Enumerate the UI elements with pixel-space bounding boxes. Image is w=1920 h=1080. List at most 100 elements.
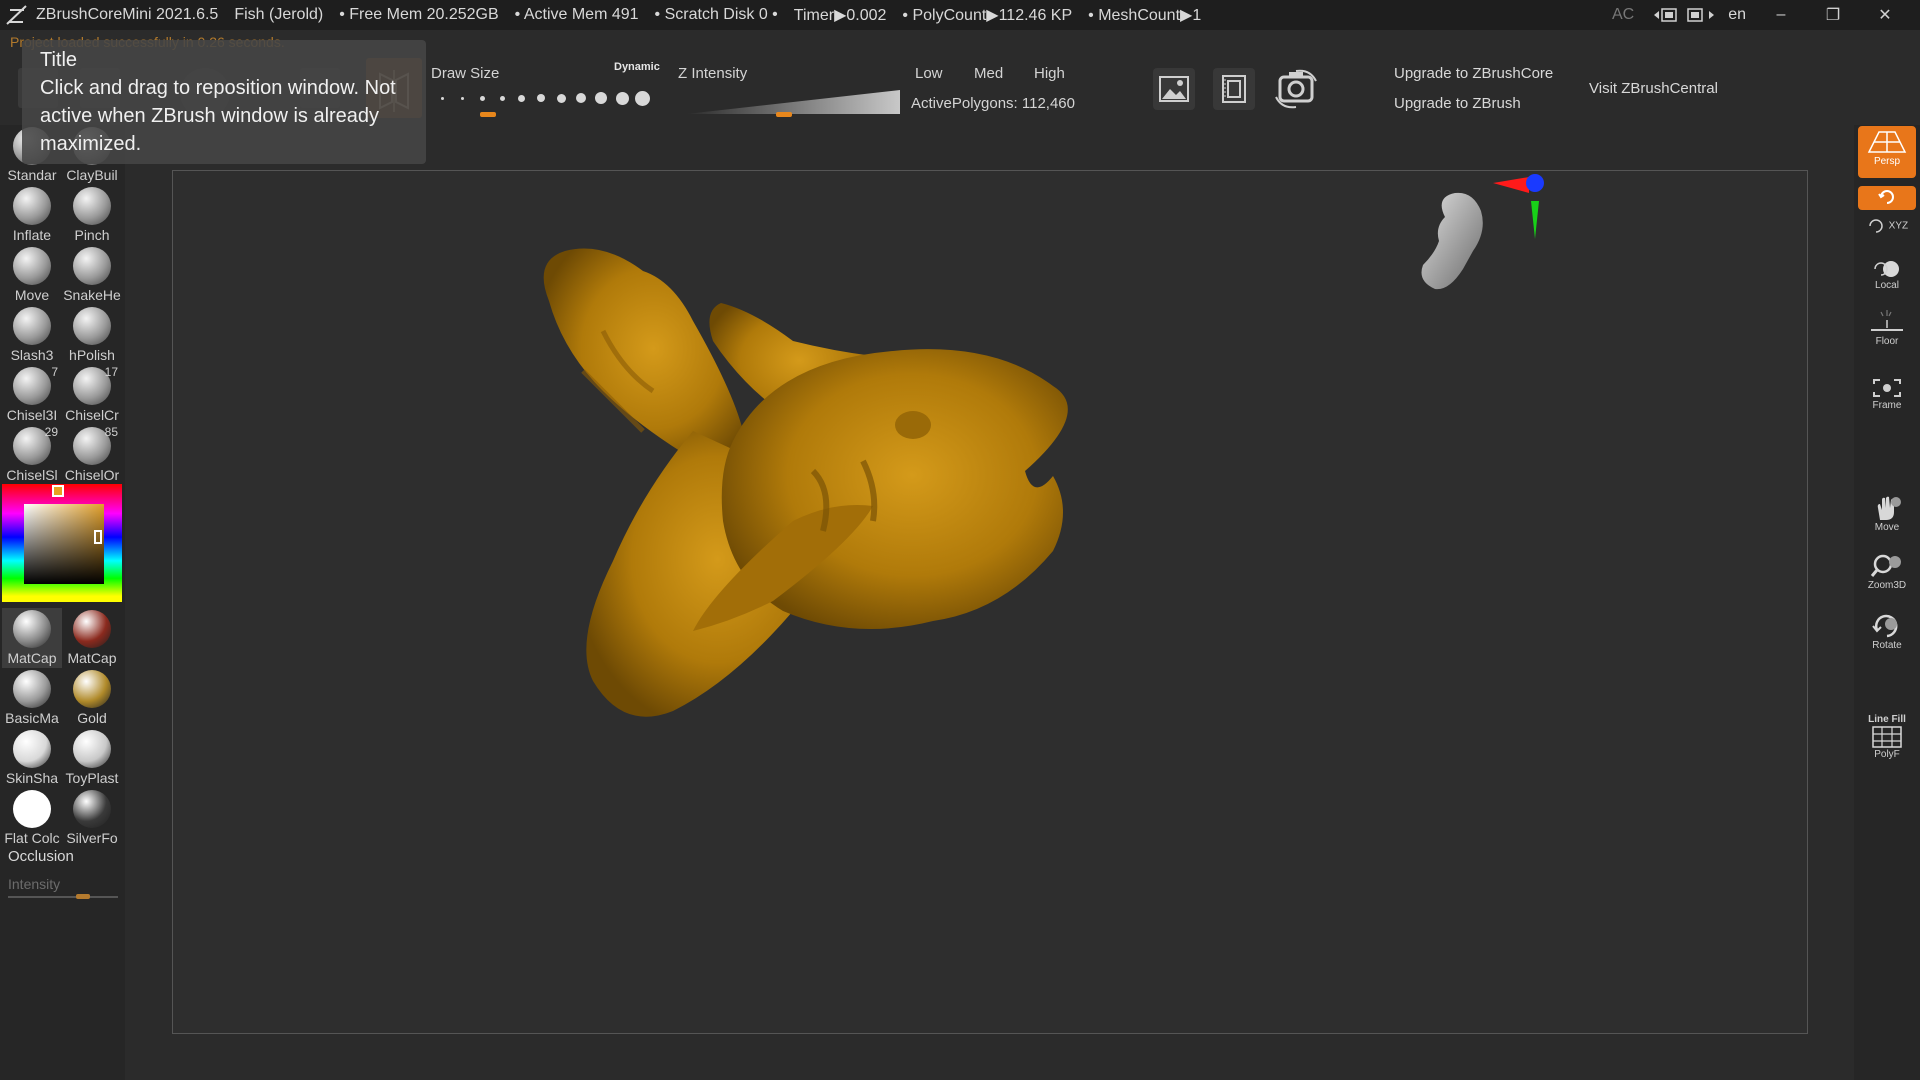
low-button[interactable]: Low bbox=[915, 65, 943, 82]
brush-item[interactable]: SnakeHe bbox=[62, 245, 122, 305]
image-button[interactable] bbox=[1153, 68, 1195, 110]
brush-item[interactable]: ChiselOr 85 bbox=[62, 425, 122, 485]
layout-left-icon[interactable] bbox=[1652, 6, 1682, 24]
material-item[interactable]: SilverFo bbox=[62, 788, 122, 848]
z-intensity-indicator[interactable] bbox=[776, 112, 792, 117]
document-name: Fish (Jerold) bbox=[234, 6, 324, 23]
material-item[interactable]: SkinSha bbox=[2, 728, 62, 788]
zoom3d-button[interactable]: Zoom3D bbox=[1858, 552, 1916, 596]
rotate-button[interactable]: Rotate bbox=[1858, 612, 1916, 656]
brush-label: Pinch bbox=[74, 227, 110, 243]
title-bar[interactable]: ZBrushCoreMini 2021.6.5 Fish (Jerold) • … bbox=[0, 0, 1920, 30]
layout-right-icon[interactable] bbox=[1686, 6, 1716, 24]
brush-label: ChiselCr bbox=[65, 407, 119, 423]
brush-item[interactable]: ChiselCr 17 bbox=[62, 365, 122, 425]
brush-badge: 17 bbox=[104, 365, 118, 379]
draw-size-dot[interactable] bbox=[556, 93, 566, 103]
intensity-label: Intensity bbox=[8, 876, 61, 892]
draw-size-dot[interactable] bbox=[440, 96, 444, 100]
dynamic-label[interactable]: Dynamic bbox=[614, 61, 660, 73]
move-label: Move bbox=[1874, 522, 1900, 533]
z-intensity-slider[interactable] bbox=[686, 88, 900, 116]
brush-item[interactable]: Move bbox=[2, 245, 62, 305]
upgrade-zbrushcore-link[interactable]: Upgrade to ZBrushCore bbox=[1394, 65, 1553, 82]
minimize-button[interactable]: – bbox=[1764, 6, 1798, 24]
turntable-button[interactable] bbox=[1213, 68, 1255, 110]
xyz-button[interactable]: XYZ bbox=[1858, 218, 1916, 248]
draw-size-dot[interactable] bbox=[595, 92, 607, 104]
draw-size-dot[interactable] bbox=[499, 95, 505, 101]
material-thumbnail bbox=[13, 790, 51, 828]
language-selector[interactable]: en bbox=[1728, 6, 1746, 24]
local-button[interactable]: Local bbox=[1858, 258, 1916, 294]
snap-button[interactable] bbox=[1858, 186, 1916, 210]
high-button[interactable]: High bbox=[1034, 65, 1065, 82]
frame-button[interactable]: Frame bbox=[1858, 376, 1916, 416]
material-thumbnail bbox=[73, 730, 111, 768]
brush-thumbnail bbox=[73, 187, 111, 225]
material-thumbnail bbox=[13, 670, 51, 708]
brush-label: ClayBuil bbox=[66, 167, 118, 183]
brush-label: Standar bbox=[7, 167, 57, 183]
floor-label: Floor bbox=[1875, 336, 1899, 347]
draw-size-dot[interactable] bbox=[460, 96, 464, 100]
persp-button[interactable]: Persp bbox=[1858, 126, 1916, 178]
intensity-knob[interactable] bbox=[76, 894, 90, 899]
polyf-button[interactable]: Line Fill PolyF bbox=[1858, 714, 1916, 764]
draw-size-dot[interactable] bbox=[479, 95, 485, 101]
material-item[interactable]: Gold bbox=[62, 668, 122, 728]
close-button[interactable]: ✕ bbox=[1868, 5, 1902, 25]
brush-label: ChiselSl bbox=[6, 467, 58, 483]
draw-size-dot[interactable] bbox=[615, 91, 629, 105]
local-label: Local bbox=[1875, 280, 1899, 291]
brush-item[interactable]: Chisel3I 7 bbox=[2, 365, 62, 425]
persp-icon bbox=[1867, 131, 1907, 153]
material-item[interactable]: MatCap bbox=[62, 608, 122, 668]
snapshot-button[interactable] bbox=[1271, 64, 1321, 114]
document-canvas[interactable] bbox=[172, 170, 1808, 1034]
brush-item[interactable]: Inflate bbox=[2, 185, 62, 245]
material-thumbnail bbox=[73, 670, 111, 708]
restore-button[interactable]: ❐ bbox=[1816, 5, 1850, 25]
material-item[interactable]: Flat Colc bbox=[2, 788, 62, 848]
draw-size-dot[interactable] bbox=[537, 94, 545, 102]
fish-model[interactable] bbox=[173, 171, 1807, 1033]
brush-item[interactable]: Pinch bbox=[62, 185, 122, 245]
brush-badge: 85 bbox=[104, 425, 118, 439]
material-item[interactable]: ToyPlast bbox=[62, 728, 122, 788]
med-button[interactable]: Med bbox=[974, 65, 1003, 82]
ac-label[interactable]: AC bbox=[1612, 6, 1634, 24]
upgrade-zbrush-link[interactable]: Upgrade to ZBrush bbox=[1394, 95, 1521, 112]
intensity-slider[interactable] bbox=[8, 896, 118, 898]
rotate-label: Rotate bbox=[1872, 640, 1902, 651]
brush-item[interactable]: ChiselSl 29 bbox=[2, 425, 62, 485]
free-mem: • Free Mem 20.252GB bbox=[339, 6, 499, 23]
move-view-button[interactable]: Move bbox=[1858, 494, 1916, 538]
snap-rotate-icon bbox=[1878, 190, 1894, 204]
hue-marker[interactable] bbox=[52, 485, 64, 497]
color-marker[interactable] bbox=[94, 530, 102, 544]
floor-button[interactable]: Floor bbox=[1858, 308, 1916, 352]
material-item[interactable]: BasicMa bbox=[2, 668, 62, 728]
draw-size-dot[interactable] bbox=[634, 90, 650, 106]
color-picker[interactable] bbox=[2, 484, 122, 602]
brush-label: ChiselOr bbox=[64, 467, 120, 483]
occlusion-button[interactable]: Occlusion bbox=[8, 848, 74, 865]
brush-item[interactable]: Slash3 bbox=[2, 305, 62, 365]
material-label: SilverFo bbox=[66, 830, 118, 846]
navigation-head-icon bbox=[1421, 192, 1483, 290]
tooltip-body: Click and drag to reposition window. Not… bbox=[40, 77, 396, 155]
active-polygons: ActivePolygons: 112,460 bbox=[911, 95, 1075, 112]
draw-size-indicator[interactable] bbox=[480, 112, 496, 117]
color-picker-sv-square[interactable] bbox=[24, 504, 104, 584]
material-item[interactable]: MatCap bbox=[2, 608, 62, 668]
brush-label: hPolish bbox=[69, 347, 115, 363]
timer: Timer▶0.002 bbox=[793, 7, 887, 24]
xyz-rotate-icon bbox=[1869, 219, 1883, 233]
draw-size-dot[interactable] bbox=[576, 93, 586, 103]
brush-item[interactable]: hPolish bbox=[62, 305, 122, 365]
brush-thumbnail bbox=[13, 307, 51, 345]
draw-size-dot[interactable] bbox=[517, 94, 525, 102]
polyframe-icon bbox=[1872, 726, 1902, 748]
visit-zbrushcentral-link[interactable]: Visit ZBrushCentral bbox=[1589, 80, 1718, 97]
